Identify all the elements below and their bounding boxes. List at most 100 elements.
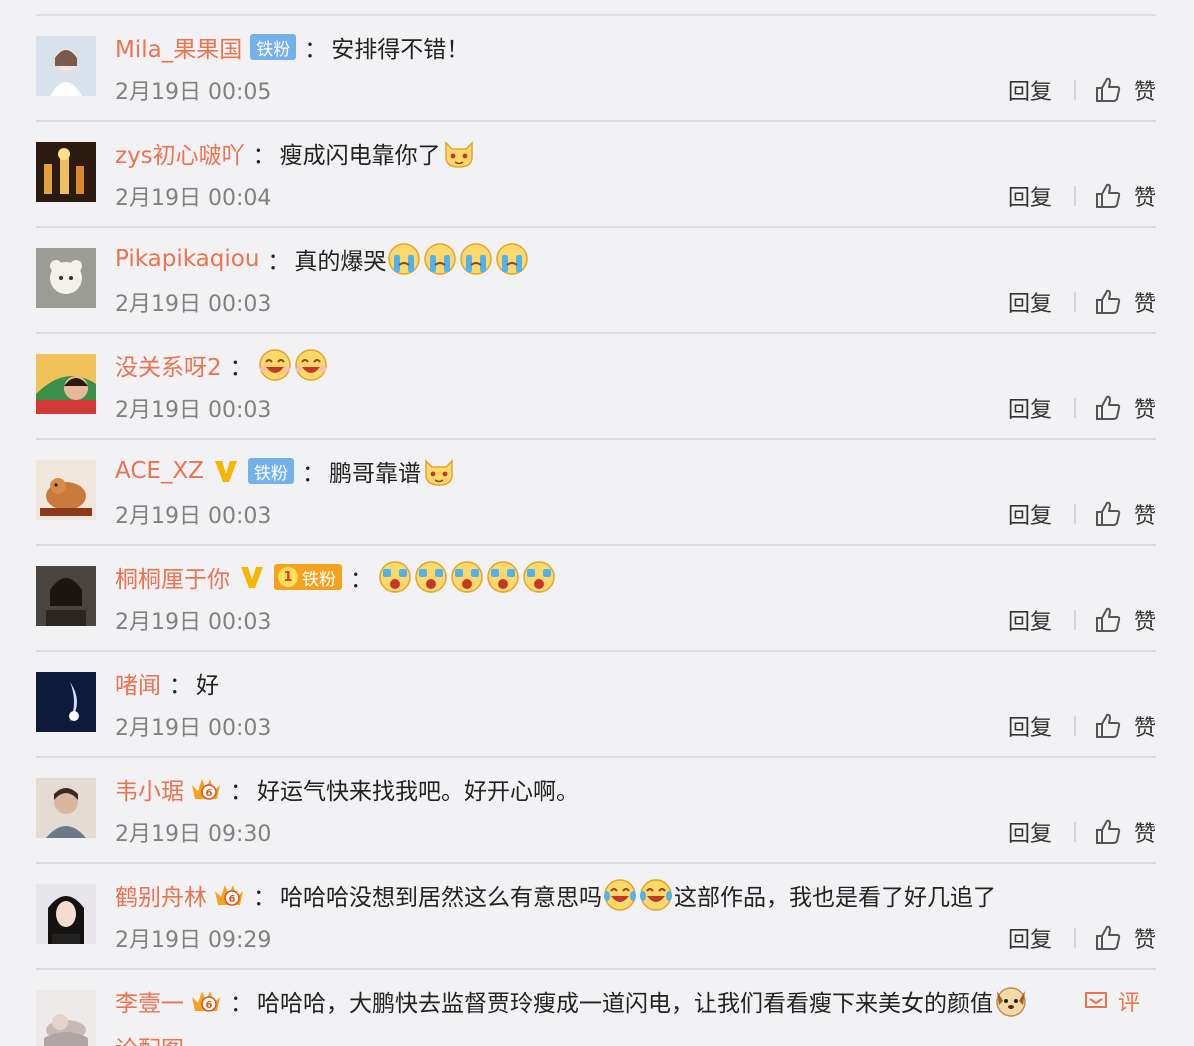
reply-button[interactable]: 回复 [1008,286,1052,318]
colon: ： [169,673,192,699]
username-link[interactable]: 鹤别舟林 [115,878,207,912]
tears-of-joy-emoji [604,879,636,911]
tears-of-joy-emoji [640,879,672,911]
dog-face-emoji [996,987,1026,1017]
username-link[interactable]: Pikapikaqiou [115,246,259,272]
like-button[interactable]: 赞 [1094,710,1156,742]
reply-button[interactable]: 回复 [1008,604,1052,636]
thumbs-up-icon [1095,395,1121,420]
colon: ： [230,779,253,805]
comment-item: 啫闻 ： 好 2月19日 00:03 回复 赞 [36,652,1156,758]
laughing-face-emoji [258,349,291,381]
vip-crown-icon[interactable]: 6 [213,881,245,909]
comment-text: 好运气快来找我吧。好开心啊。 [257,779,579,805]
fan-level: 1 [278,567,298,587]
avatar-image [36,142,96,202]
comment-content: Pikapikaqiou ： 真的爆哭 [115,241,530,277]
reply-button[interactable]: 回复 [1008,710,1052,742]
reply-button[interactable]: 回复 [1008,74,1052,106]
reply-button[interactable]: 回复 [1008,816,1052,848]
username-link[interactable]: ACE_XZ [115,458,204,484]
like-label: 赞 [1133,504,1156,529]
crying-face-emoji [460,243,493,275]
avatar[interactable] [36,36,96,96]
comment-item: Pikapikaqiou ： 真的爆哭 2月19日 00:03 回复 赞 [36,228,1156,334]
like-label: 赞 [1133,716,1156,741]
avatar[interactable] [36,778,96,838]
comment-item: ACE_XZ 铁粉 ： 鹏哥靠谱 2月19日 00:03 回复 赞 [36,440,1156,546]
action-divider [1073,716,1076,736]
comment-content: 桐桐厘于你 1 铁粉 ： [115,559,557,595]
vip-crown-icon[interactable]: 6 [190,987,222,1015]
avatar[interactable] [36,990,96,1046]
wow-face-emoji [487,561,519,593]
username-link[interactable]: 李壹一 [115,984,184,1018]
thumbs-up-icon [1095,607,1121,632]
thumbs-up-icon [1095,925,1121,950]
thumbs-up-icon [1095,289,1121,314]
vip-level: 6 [206,788,213,799]
comment-time: 2月19日 00:03 [115,504,272,529]
crying-face-emoji [424,243,457,275]
comment-text: 哈哈哈没想到居然这么有意思吗 [280,885,602,911]
action-divider [1073,504,1076,524]
cat-face-emoji [425,459,453,486]
colon: ： [301,461,325,487]
username-link[interactable]: 桐桐厘于你 [115,560,230,594]
comment-text-continued: 这部作品，我也是看了好几追了 [674,885,996,911]
comment-actions: 回复 赞 [1008,816,1156,848]
username-link[interactable]: 没关系呀2 [115,348,222,382]
avatar-image [36,460,96,520]
avatar[interactable] [36,354,96,414]
avatar-image [36,990,96,1046]
gold-fan-badge[interactable]: 1 铁粉 [274,564,342,590]
thumbs-up-icon [1095,183,1121,208]
avatar[interactable] [36,460,96,520]
comment-time: 2月19日 00:05 [115,80,272,105]
comment-actions: 回复 赞 [1008,286,1156,318]
verified-v-icon[interactable] [212,457,240,485]
comment-time: 2月19日 00:03 [115,292,272,317]
thumbs-up-icon [1095,819,1121,844]
comment-text: 哈哈哈，大鹏快去监督贾玲瘦成一道闪电，让我们看看瘦下来美女的颜值 [257,991,993,1017]
like-label: 赞 [1133,292,1156,317]
like-button[interactable]: 赞 [1094,74,1156,106]
comment-bubble-icon [1084,992,1107,1008]
reply-button[interactable]: 回复 [1008,392,1052,424]
reply-button[interactable]: 回复 [1008,922,1052,954]
username-link[interactable]: 啫闻 [115,666,161,700]
colon: ： [350,567,373,593]
fan-badge[interactable]: 铁粉 [250,34,297,60]
avatar[interactable] [36,672,96,732]
action-divider [1073,822,1076,842]
username-link[interactable]: 韦小琚 [115,772,184,806]
wow-face-emoji [415,561,447,593]
like-button[interactable]: 赞 [1094,392,1156,424]
avatar-image [36,566,96,626]
like-button[interactable]: 赞 [1094,180,1156,212]
like-button[interactable]: 赞 [1094,922,1156,954]
avatar[interactable] [36,884,96,944]
vip-crown-icon[interactable]: 6 [190,775,222,803]
comment-action-inline[interactable]: 评 [1084,983,1140,1019]
avatar[interactable] [36,142,96,202]
fan-badge[interactable]: 铁粉 [247,458,294,484]
comment-time: 2月19日 00:03 [115,398,272,423]
like-button[interactable]: 赞 [1094,498,1156,530]
vip-level: 6 [206,1000,213,1011]
thumbs-up-icon [1095,77,1121,102]
username-link[interactable]: zys初心啵吖 [115,136,245,170]
comment-content: 李壹一 6 ： 哈哈哈，大鹏快去监督贾玲瘦成一道闪电，让我们看看瘦下来美女的颜值 [115,983,1029,1019]
avatar[interactable] [36,248,96,308]
avatar[interactable] [36,566,96,626]
like-button[interactable]: 赞 [1094,604,1156,636]
reply-button[interactable]: 回复 [1008,498,1052,530]
like-button[interactable]: 赞 [1094,816,1156,848]
verified-v-icon[interactable] [238,563,266,591]
reply-button[interactable]: 回复 [1008,180,1052,212]
like-button[interactable]: 赞 [1094,286,1156,318]
comment-text: 安排得不错！ [331,37,470,63]
like-label: 赞 [1133,928,1156,953]
username-link[interactable]: Mila_果果国 [115,30,242,64]
comment-item: 韦小琚 6 ： 好运气快来找我吧。好开心啊。 2月19日 09:30 回复 赞 [36,758,1156,864]
